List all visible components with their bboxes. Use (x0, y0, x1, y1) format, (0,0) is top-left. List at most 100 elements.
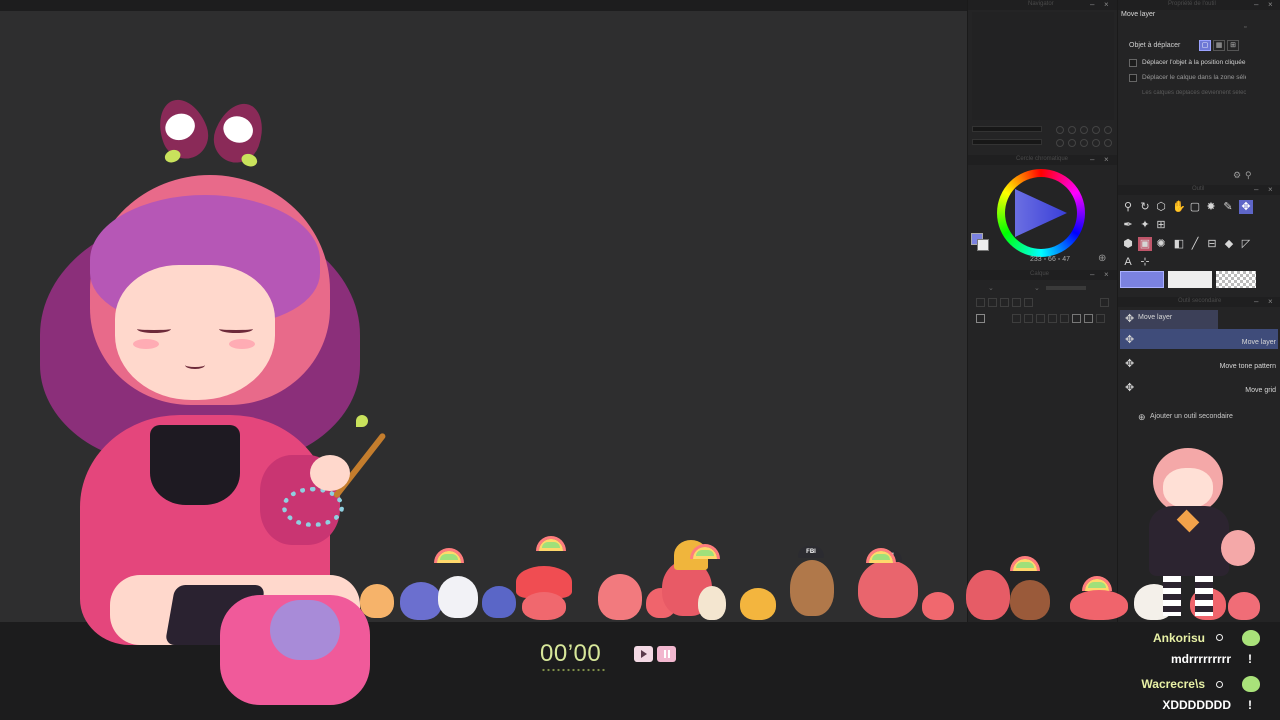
close-icon[interactable]: × (1104, 155, 1109, 164)
figure-tool-icon[interactable]: ╱ (1188, 237, 1202, 251)
minimize-icon[interactable]: – (1090, 270, 1094, 279)
sub-color-chip[interactable] (1168, 271, 1212, 288)
emote-crowd: FBI FBI (310, 530, 1270, 622)
close-icon[interactable]: × (1104, 270, 1109, 279)
minimize-icon[interactable]: – (1254, 0, 1258, 9)
avatar-top (150, 425, 240, 505)
layer-list-icon[interactable] (976, 314, 985, 323)
frame-tool-icon[interactable]: ⊟ (1205, 237, 1219, 251)
rotate-left-icon[interactable] (1056, 139, 1064, 147)
main-color-chip[interactable] (1120, 271, 1164, 288)
flip-icon[interactable] (1080, 139, 1088, 147)
rotate-slider[interactable] (972, 139, 1042, 145)
white-blob (438, 576, 478, 618)
eraser-tool-icon[interactable]: ◆ (1222, 237, 1236, 251)
mask-icon[interactable] (1060, 314, 1069, 323)
navigator-preview[interactable] (972, 12, 1114, 120)
ruler-tool-icon[interactable]: ◸ (1239, 237, 1253, 251)
reset-rotation-icon[interactable] (1104, 139, 1112, 147)
gradient-tool-icon[interactable]: ◧ (1172, 237, 1186, 251)
operation-tool-icon[interactable]: ⬡ (1154, 200, 1168, 214)
layer-option-icon[interactable] (1012, 298, 1021, 307)
layer-option-icon[interactable] (976, 298, 985, 307)
rotate-right-icon[interactable] (1068, 139, 1076, 147)
balloon-tool-icon[interactable]: ⊹ (1138, 255, 1152, 269)
new-raster-layer-icon[interactable] (1012, 314, 1021, 323)
copy-layer-icon[interactable] (1084, 314, 1093, 323)
minimize-icon[interactable]: – (1254, 297, 1258, 306)
add-icon[interactable]: ⊕ (1138, 412, 1146, 423)
zoom-tool-icon[interactable]: ⚲ (1121, 200, 1135, 214)
close-icon[interactable]: × (1268, 0, 1273, 9)
brown-blob (1010, 580, 1050, 620)
layer-option-icon[interactable] (1000, 298, 1009, 307)
chat-message: mdrrrrrrrrr (1170, 652, 1231, 666)
navigator-title: Navigator (1028, 1, 1054, 7)
selection-tool-icon[interactable]: ▢ (1188, 200, 1202, 214)
zoom-in-icon[interactable] (1068, 126, 1076, 134)
subtool-tab[interactable]: ✥ Move layer (1120, 310, 1218, 330)
pink-blob (522, 592, 566, 620)
pause-button[interactable] (657, 646, 676, 662)
new-vector-layer-icon[interactable] (1024, 314, 1033, 323)
actual-size-icon[interactable] (1092, 126, 1100, 134)
mode-layer-button[interactable]: ▢ (1199, 40, 1211, 51)
subtool-item-label: Move tone pattern (1219, 363, 1276, 370)
blend-mode-row[interactable]: ⌄ ⌄ (972, 284, 1114, 294)
hue-wheel[interactable] (997, 169, 1085, 257)
tool-property-panel: Propriété de l'outil – × Move layer ▫ Ob… (1117, 0, 1280, 185)
subtool-item-move-grid[interactable]: ✥ Move grid (1120, 377, 1278, 397)
navigator-controls (972, 126, 1114, 152)
color-settings-icon[interactable]: ⊕ (1098, 253, 1106, 264)
minimize-icon[interactable]: – (1090, 0, 1094, 9)
subtool-item-move-tone-pattern[interactable]: ✥ Move tone pattern (1120, 353, 1278, 373)
new-folder-icon[interactable] (1036, 314, 1045, 323)
layer-option-icon[interactable] (988, 298, 997, 307)
zoom-slider[interactable] (972, 126, 1042, 132)
minimize-icon[interactable]: – (1254, 185, 1258, 194)
layer-option-icon[interactable] (1100, 298, 1109, 307)
search-icon[interactable]: ⚲ (1245, 170, 1252, 181)
add-secondary-tool-button[interactable]: Ajouter un outil secondaire (1150, 413, 1233, 420)
reset-icon[interactable] (1104, 126, 1112, 134)
auto-select-icon[interactable]: ✸ (1204, 200, 1218, 214)
color-wheel-panel: Cercle chromatique – × 233 ▫ 66 ▫ 47 ⊕ (967, 155, 1117, 270)
move-tool-icon[interactable]: ✥ (1239, 200, 1253, 214)
merge-down-icon[interactable] (1048, 314, 1057, 323)
option2-checkbox[interactable] (1129, 74, 1137, 82)
pen-tool-icon[interactable]: ✒ (1121, 218, 1135, 232)
sub-color-swatch[interactable] (977, 239, 989, 251)
close-icon[interactable]: × (1104, 0, 1109, 9)
rotate-tool-icon[interactable]: ↻ (1138, 200, 1152, 214)
flip-vertical-icon[interactable] (1092, 139, 1100, 147)
opacity-slider[interactable] (1046, 286, 1086, 290)
move-cross-icon: ✥ (1125, 382, 1135, 394)
clear-layer-icon[interactable] (1072, 314, 1081, 323)
layer-option-icon[interactable] (1024, 298, 1033, 307)
subtool-item-move-layer[interactable]: ✥ Move layer (1120, 329, 1278, 349)
mode-grid-button[interactable]: ⊞ (1227, 40, 1239, 51)
cream-blob (698, 586, 726, 620)
decoration-tool-icon[interactable]: ⊞ (1154, 218, 1168, 232)
text-tool-icon[interactable]: A (1121, 255, 1135, 269)
close-icon[interactable]: × (1268, 185, 1273, 194)
delete-layer-icon[interactable] (1096, 314, 1105, 323)
mode-tone-button[interactable]: ▦ (1213, 40, 1225, 51)
chevron-down-icon[interactable]: ⌄ (1034, 284, 1040, 292)
chevron-down-icon[interactable]: ⌄ (988, 284, 994, 292)
brush-tool-icon[interactable]: ▣ (1138, 237, 1152, 251)
minimize-icon[interactable]: – (1090, 155, 1094, 164)
blend-tool-icon[interactable]: ✺ (1154, 237, 1168, 251)
option1-checkbox[interactable] (1129, 59, 1137, 67)
zoom-out-icon[interactable] (1056, 126, 1064, 134)
transparent-color-chip[interactable] (1216, 271, 1256, 288)
eyedropper-icon[interactable]: ✎ (1221, 200, 1235, 214)
fill-tool-icon[interactable]: ⬢ (1121, 237, 1135, 251)
fit-icon[interactable] (1080, 126, 1088, 134)
wrench-icon[interactable]: ⚙ (1233, 170, 1241, 181)
mini-tail (1221, 530, 1255, 566)
lock-icon[interactable]: ▫ (1244, 24, 1246, 31)
airbrush-tool-icon[interactable]: ✦ (1138, 218, 1152, 232)
close-icon[interactable]: × (1268, 297, 1273, 306)
play-button[interactable] (634, 646, 653, 662)
